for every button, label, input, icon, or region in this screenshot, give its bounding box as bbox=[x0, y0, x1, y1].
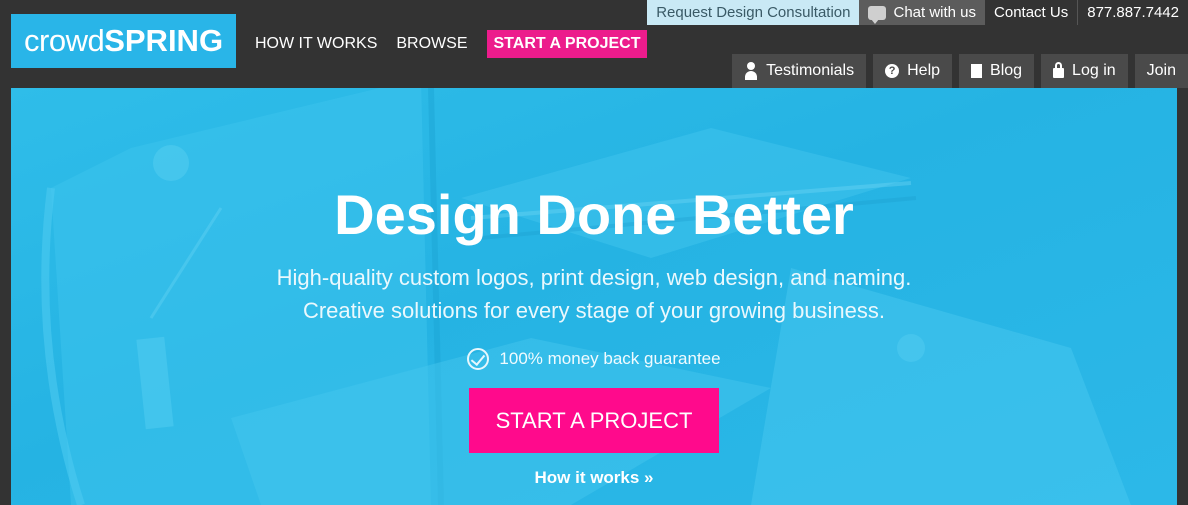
hero-banner: Design Done Better High-quality custom l… bbox=[11, 88, 1177, 505]
hero-subtitle: High-quality custom logos, print design,… bbox=[11, 261, 1177, 327]
hero-content: Design Done Better High-quality custom l… bbox=[11, 88, 1177, 505]
question-circle-icon: ? bbox=[885, 64, 900, 78]
guarantee-label: 100% money back guarantee bbox=[499, 349, 721, 368]
document-icon bbox=[971, 64, 983, 78]
how-it-works-link[interactable]: How it works » bbox=[11, 468, 1177, 488]
request-consultation-link[interactable]: Request Design Consultation bbox=[647, 0, 860, 25]
chat-label: Chat with us bbox=[893, 4, 977, 21]
main-nav: HOW IT WORKS BROWSE START A PROJECT bbox=[255, 30, 666, 58]
login-label: Log in bbox=[1072, 62, 1116, 79]
lock-icon bbox=[1053, 62, 1065, 78]
hero-subtitle-line-1: High-quality custom logos, print design,… bbox=[276, 265, 912, 290]
chat-bubble-icon bbox=[868, 5, 887, 24]
phone-number: 877.887.7442 bbox=[1087, 4, 1179, 21]
money-back-guarantee: 100% money back guarantee bbox=[11, 348, 1177, 370]
secondary-nav: Testimonials ? Help Blog Log in Join bbox=[725, 54, 1188, 88]
nav-how-it-works[interactable]: HOW IT WORKS bbox=[255, 35, 377, 53]
hero-headline: Design Done Better bbox=[334, 183, 854, 246]
utility-bar: Request Design Consultation Chat with us… bbox=[647, 0, 1188, 25]
testimonials-label: Testimonials bbox=[766, 62, 855, 79]
person-icon bbox=[744, 62, 758, 80]
testimonials-button[interactable]: Testimonials bbox=[732, 54, 867, 88]
nav-browse[interactable]: BROWSE bbox=[396, 35, 467, 53]
chat-with-us-link[interactable]: Chat with us bbox=[859, 0, 986, 25]
logo-bold-text: SPRING bbox=[104, 23, 224, 58]
logo-light-text: crowd bbox=[24, 23, 105, 58]
top-bar: crowdSPRING HOW IT WORKS BROWSE START A … bbox=[0, 0, 1188, 88]
join-button[interactable]: Join bbox=[1134, 54, 1188, 88]
check-circle-icon bbox=[467, 348, 490, 370]
hero-start-project-button[interactable]: START A PROJECT bbox=[469, 388, 719, 453]
blog-button[interactable]: Blog bbox=[959, 54, 1035, 88]
nav-start-project-button[interactable]: START A PROJECT bbox=[486, 30, 648, 58]
contact-us-link[interactable]: Contact Us bbox=[985, 0, 1079, 25]
blog-label: Blog bbox=[990, 62, 1023, 79]
login-button[interactable]: Log in bbox=[1041, 54, 1128, 88]
hero-subtitle-line-2: Creative solutions for every stage of yo… bbox=[302, 298, 886, 323]
help-button[interactable]: ? Help bbox=[873, 54, 953, 88]
crowdspring-logo[interactable]: crowdSPRING bbox=[11, 14, 236, 68]
help-label: Help bbox=[907, 62, 941, 79]
